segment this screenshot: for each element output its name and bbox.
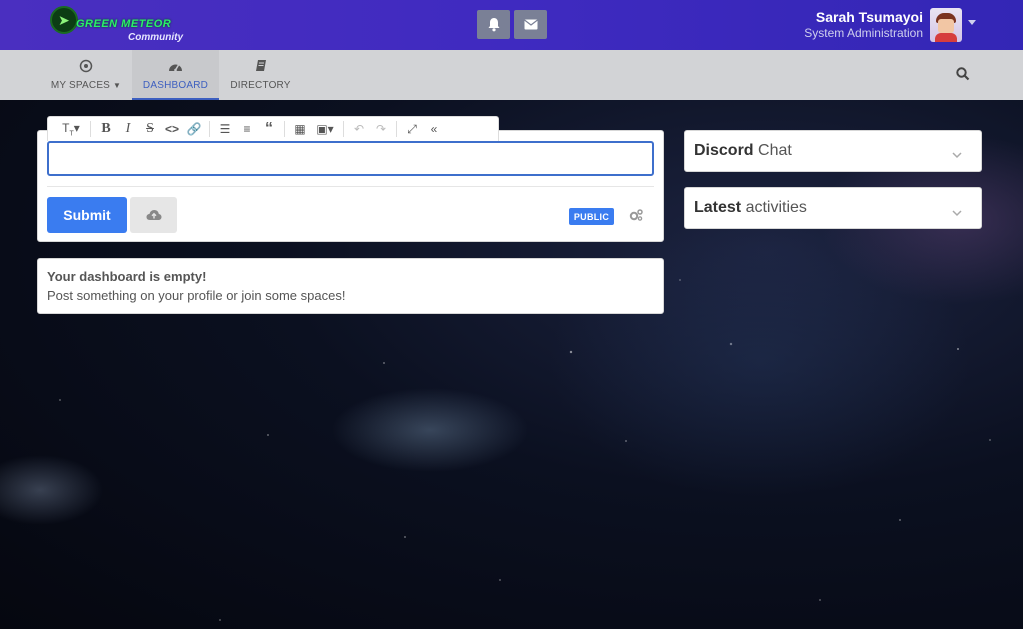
user-role: System Administration: [804, 26, 923, 40]
user-menu[interactable]: Sarah Tsumayoi System Administration: [804, 9, 923, 40]
logo-subtitle: Community: [128, 32, 183, 43]
community-logo[interactable]: ➤ GREEN METEOR Community: [50, 6, 195, 46]
ordered-list-icon[interactable]: ≡: [236, 122, 258, 136]
discord-chat-title[interactable]: Discord Chat: [694, 142, 792, 160]
chevron-down-icon[interactable]: [952, 204, 962, 222]
bullet-list-icon[interactable]: ☰: [214, 122, 236, 136]
code-icon[interactable]: <>: [161, 122, 183, 136]
dashboard-icon: [132, 59, 219, 75]
chevron-down-icon[interactable]: [952, 146, 962, 164]
image-icon[interactable]: ▣▾: [311, 122, 339, 136]
submit-button[interactable]: Submit: [47, 197, 127, 233]
undo-icon[interactable]: ↶: [348, 122, 370, 136]
collapse-icon[interactable]: «: [423, 122, 445, 136]
search-icon[interactable]: [956, 67, 970, 86]
editor-toolbar: TT▾ B I S <> 🔗 ☰ ≡ “ ▦ ▣▾ ↶ ↷ ⤢ «: [47, 116, 499, 141]
post-input[interactable]: [47, 141, 654, 176]
nav-label: DASHBOARD: [142, 80, 209, 91]
redo-icon[interactable]: ↷: [370, 122, 392, 136]
latest-activities-title[interactable]: Latest activities: [694, 199, 807, 217]
bold-icon[interactable]: B: [95, 121, 117, 137]
empty-dashboard-text: Post something on your profile or join s…: [47, 288, 346, 303]
avatar[interactable]: [930, 8, 962, 42]
empty-dashboard-panel: [37, 258, 664, 314]
logo-leaf-icon: ➤: [58, 12, 70, 28]
fullscreen-icon[interactable]: ⤢: [401, 122, 423, 137]
notifications-button[interactable]: [477, 10, 510, 39]
italic-icon[interactable]: I: [117, 121, 139, 137]
empty-dashboard-title: Your dashboard is empty!: [47, 269, 207, 284]
table-icon[interactable]: ▦: [289, 122, 311, 136]
gears-icon[interactable]: [628, 208, 644, 227]
link-icon[interactable]: 🔗: [183, 122, 205, 136]
quote-icon[interactable]: “: [258, 120, 280, 138]
top-bar: ➤ GREEN METEOR Community Sarah Tsumayoi …: [0, 0, 1023, 50]
book-icon: [227, 59, 294, 75]
cloud-upload-icon: [146, 210, 161, 220]
nav-item-directory[interactable]: DIRECTORY: [227, 50, 294, 100]
upload-button[interactable]: [130, 197, 177, 233]
envelope-icon: [523, 19, 538, 30]
bell-icon: [488, 18, 499, 32]
logo-text: GREEN METEOR: [76, 18, 172, 30]
divider: [47, 186, 654, 187]
chevron-down-icon: ▼: [113, 81, 122, 90]
nav-item-my-spaces[interactable]: MY SPACES ▼: [48, 50, 124, 100]
target-icon: [48, 59, 124, 75]
main-navigation: MY SPACES ▼ DASHBOARD DIRECTORY: [0, 50, 1023, 100]
nav-item-dashboard[interactable]: DASHBOARD: [132, 50, 219, 100]
nav-label: MY SPACES: [50, 80, 111, 91]
messages-button[interactable]: [514, 10, 547, 39]
chevron-down-icon[interactable]: [968, 20, 976, 25]
nav-label: DIRECTORY: [230, 80, 291, 91]
heading-icon[interactable]: TT▾: [56, 121, 86, 137]
user-name: Sarah Tsumayoi: [815, 9, 923, 25]
strikethrough-icon[interactable]: S: [139, 121, 161, 137]
visibility-badge[interactable]: PUBLIC: [569, 208, 614, 225]
